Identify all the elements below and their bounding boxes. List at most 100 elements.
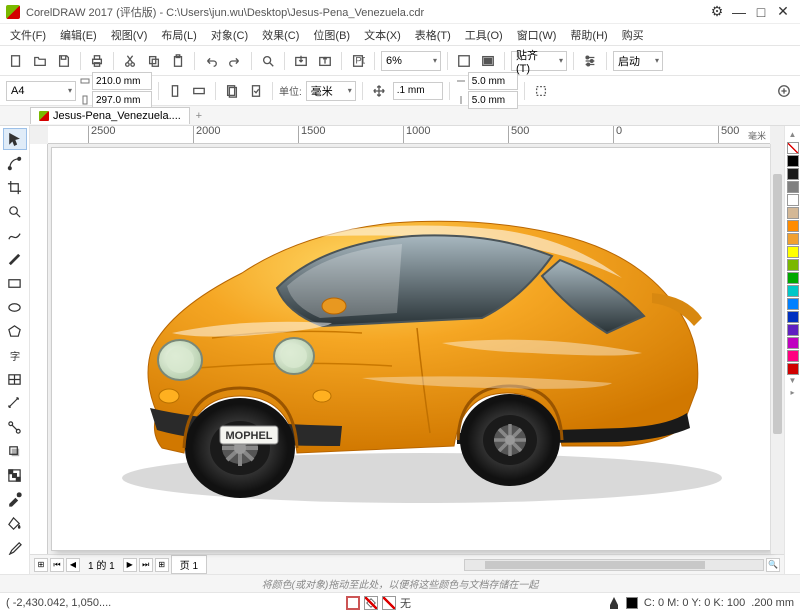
color-swatch[interactable] xyxy=(787,298,799,310)
dup-y-input[interactable] xyxy=(468,91,518,109)
menu-layout[interactable]: 布局(L) xyxy=(155,25,202,45)
color-swatch[interactable] xyxy=(787,155,799,167)
copy-button[interactable] xyxy=(144,51,164,71)
page-size-dropdown[interactable]: A4 xyxy=(6,81,76,101)
drawing-canvas[interactable]: MOPHEL xyxy=(52,148,770,550)
portrait-button[interactable] xyxy=(165,81,185,101)
color-swatch[interactable] xyxy=(787,194,799,206)
no-fill-icon[interactable] xyxy=(364,596,378,610)
vertical-ruler[interactable] xyxy=(30,144,48,554)
menu-object[interactable]: 对象(C) xyxy=(205,25,254,45)
color-swatch[interactable] xyxy=(787,285,799,297)
redo-button[interactable] xyxy=(225,51,245,71)
snap-dropdown[interactable]: 贴齐(T) xyxy=(511,51,567,71)
palette-up-button[interactable]: ▲ xyxy=(789,130,797,142)
export-button[interactable] xyxy=(315,51,335,71)
document-tab[interactable]: Jesus-Pena_Venezuela.... xyxy=(30,107,190,124)
table-tool[interactable] xyxy=(3,368,27,390)
import-button[interactable] xyxy=(291,51,311,71)
zoom-slider-icon[interactable]: 🔍 xyxy=(766,558,780,572)
print-button[interactable] xyxy=(87,51,107,71)
options-button[interactable] xyxy=(580,51,600,71)
freehand-tool[interactable] xyxy=(3,224,27,246)
menu-help[interactable]: 帮助(H) xyxy=(564,25,613,45)
menu-bitmap[interactable]: 位图(B) xyxy=(307,25,356,45)
menu-buy[interactable]: 购买 xyxy=(616,25,650,45)
palette-flyout-button[interactable]: ▸ xyxy=(790,388,794,400)
search-button[interactable] xyxy=(258,51,278,71)
rectangle-tool[interactable] xyxy=(3,272,27,294)
connector-tool[interactable] xyxy=(3,416,27,438)
new-tab-button[interactable]: + xyxy=(190,110,208,122)
zoom-level-dropdown[interactable]: 6% xyxy=(381,51,441,71)
publish-pdf-button[interactable]: PDF xyxy=(348,51,368,71)
dup-x-input[interactable] xyxy=(468,72,518,90)
settings-icon[interactable]: ⚙ xyxy=(706,3,728,20)
color-swatch[interactable] xyxy=(787,259,799,271)
color-swatch[interactable] xyxy=(787,324,799,336)
text-tool[interactable]: 字 xyxy=(3,344,27,366)
new-button[interactable] xyxy=(6,51,26,71)
minimize-button[interactable]: — xyxy=(728,4,750,20)
no-color-swatch[interactable] xyxy=(787,142,799,154)
page-width-input[interactable] xyxy=(92,72,152,90)
nudge-distance-input[interactable] xyxy=(393,82,443,100)
color-swatch[interactable] xyxy=(787,220,799,232)
current-page-button[interactable] xyxy=(246,81,266,101)
menu-view[interactable]: 视图(V) xyxy=(105,25,154,45)
palette-down-button[interactable]: ▼ xyxy=(789,376,797,388)
color-swatch[interactable] xyxy=(787,207,799,219)
color-swatch[interactable] xyxy=(787,246,799,258)
color-swatch[interactable] xyxy=(787,311,799,323)
outline-color-swatch[interactable] xyxy=(626,597,638,609)
dimension-tool[interactable] xyxy=(3,392,27,414)
menu-file[interactable]: 文件(F) xyxy=(4,25,52,45)
treat-as-filled-button[interactable] xyxy=(531,81,551,101)
color-swatch[interactable] xyxy=(787,272,799,284)
color-swatch[interactable] xyxy=(787,350,799,362)
color-swatch[interactable] xyxy=(787,168,799,180)
menu-effects[interactable]: 效果(C) xyxy=(256,25,305,45)
open-button[interactable] xyxy=(30,51,50,71)
color-swatch[interactable] xyxy=(787,363,799,375)
last-page-button[interactable]: ⏭ xyxy=(139,558,153,572)
paste-button[interactable] xyxy=(168,51,188,71)
close-button[interactable]: ✕ xyxy=(772,3,794,20)
launch-dropdown[interactable]: 启动 xyxy=(613,51,663,71)
undo-button[interactable] xyxy=(201,51,221,71)
horizontal-ruler[interactable]: 2500 2000 1500 1000 500 0 500 毫米 xyxy=(48,126,770,144)
drop-shadow-tool[interactable] xyxy=(3,440,27,462)
transparency-tool[interactable] xyxy=(3,464,27,486)
pick-tool[interactable] xyxy=(3,128,27,150)
shape-tool[interactable] xyxy=(3,152,27,174)
color-swatch[interactable] xyxy=(787,181,799,193)
menu-tools[interactable]: 工具(O) xyxy=(459,25,509,45)
first-page-button[interactable]: ⏮ xyxy=(50,558,64,572)
artistic-media-tool[interactable] xyxy=(3,248,27,270)
horizontal-scrollbar[interactable] xyxy=(464,559,764,571)
preview-button[interactable] xyxy=(478,51,498,71)
zoom-tool[interactable] xyxy=(3,200,27,222)
add-page-after-button[interactable]: ⊞ xyxy=(155,558,169,572)
color-swatch[interactable] xyxy=(787,233,799,245)
units-dropdown[interactable]: 毫米 xyxy=(306,81,356,101)
all-pages-button[interactable] xyxy=(222,81,242,101)
fill-tool[interactable] xyxy=(3,512,27,534)
no-outline-icon[interactable] xyxy=(382,596,396,610)
maximize-button[interactable]: □ xyxy=(750,4,772,20)
next-page-button[interactable]: ▶ xyxy=(123,558,137,572)
add-page-button[interactable]: ⊞ xyxy=(34,558,48,572)
fullscreen-button[interactable] xyxy=(454,51,474,71)
outline-tool[interactable] xyxy=(3,536,27,558)
menu-window[interactable]: 窗口(W) xyxy=(511,25,563,45)
landscape-button[interactable] xyxy=(189,81,209,101)
menu-table[interactable]: 表格(T) xyxy=(409,25,457,45)
prev-page-button[interactable]: ◀ xyxy=(66,558,80,572)
crop-tool[interactable] xyxy=(3,176,27,198)
polygon-tool[interactable] xyxy=(3,320,27,342)
menu-edit[interactable]: 编辑(E) xyxy=(54,25,103,45)
color-swatch[interactable] xyxy=(787,337,799,349)
save-button[interactable] xyxy=(54,51,74,71)
fill-indicator-icon[interactable] xyxy=(346,596,360,610)
ellipse-tool[interactable] xyxy=(3,296,27,318)
